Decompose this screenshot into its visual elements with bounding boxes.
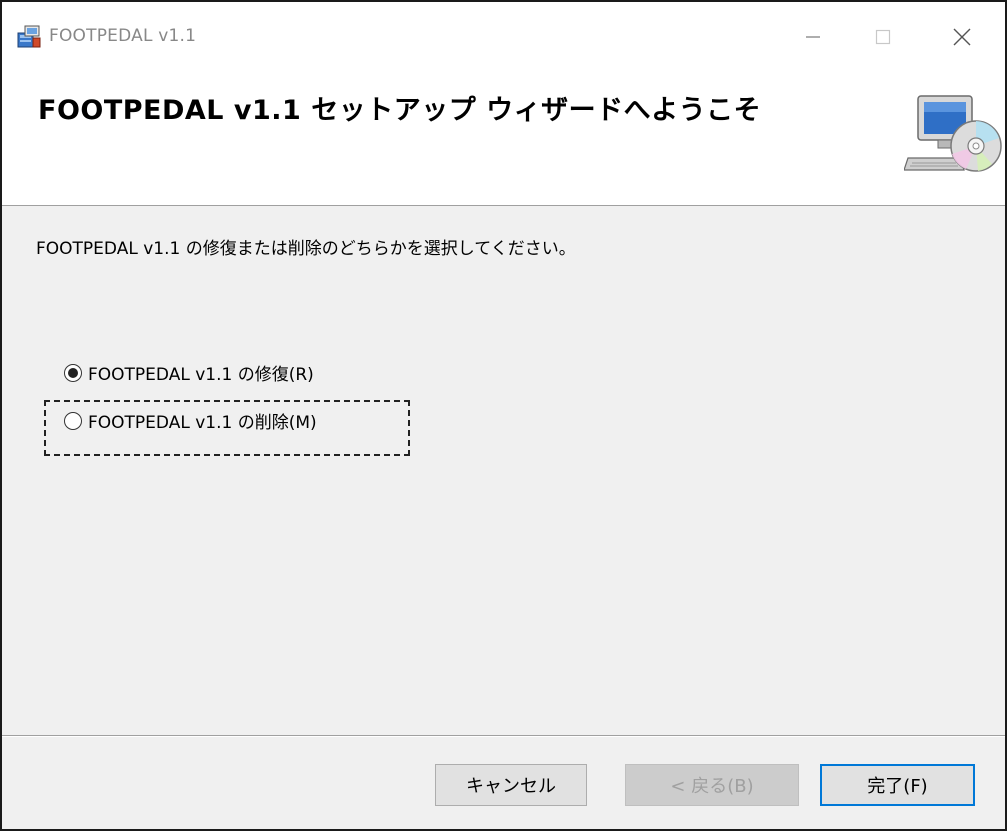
repair-radio[interactable] xyxy=(64,363,82,382)
wizard-banner: FOOTPEDAL v1.1 セットアップ ウィザードへようこそ xyxy=(2,68,1005,206)
instruction-text: FOOTPEDAL v1.1 の修復または削除のどちらかを選択してください。 xyxy=(36,239,576,259)
remove-option-label: FOOTPEDAL v1.1 の削除(M) xyxy=(88,413,317,433)
title-bar[interactable]: FOOTPEDAL v1.1 xyxy=(2,2,1005,68)
window-title: FOOTPEDAL v1.1 xyxy=(49,26,197,46)
close-button[interactable] xyxy=(927,16,997,58)
computer-cd-icon xyxy=(904,95,1002,172)
minimize-button[interactable] xyxy=(778,16,848,58)
finish-button[interactable]: 完了(F) xyxy=(820,764,975,806)
footer-separator xyxy=(2,735,1005,737)
repair-option[interactable]: FOOTPEDAL v1.1 の修復(R) xyxy=(64,360,314,385)
minimize-icon xyxy=(806,36,820,38)
banner-title: FOOTPEDAL v1.1 セットアップ ウィザードへようこそ xyxy=(38,95,762,126)
radio-selected-dot xyxy=(68,367,78,378)
back-button[interactable]: < 戻る(B) xyxy=(625,764,799,806)
remove-radio[interactable] xyxy=(64,411,82,430)
cancel-button[interactable]: キャンセル xyxy=(435,764,587,806)
remove-option[interactable]: FOOTPEDAL v1.1 の削除(M) xyxy=(64,408,317,433)
setup-dialog: FOOTPEDAL v1.1 FOOTPEDAL v1.1 セットアップ ウィザ… xyxy=(0,0,1007,831)
maximize-button[interactable] xyxy=(848,16,918,58)
close-icon xyxy=(953,28,971,46)
maximize-icon xyxy=(875,29,891,45)
installer-icon xyxy=(17,25,41,48)
repair-option-label: FOOTPEDAL v1.1 の修復(R) xyxy=(88,365,314,385)
